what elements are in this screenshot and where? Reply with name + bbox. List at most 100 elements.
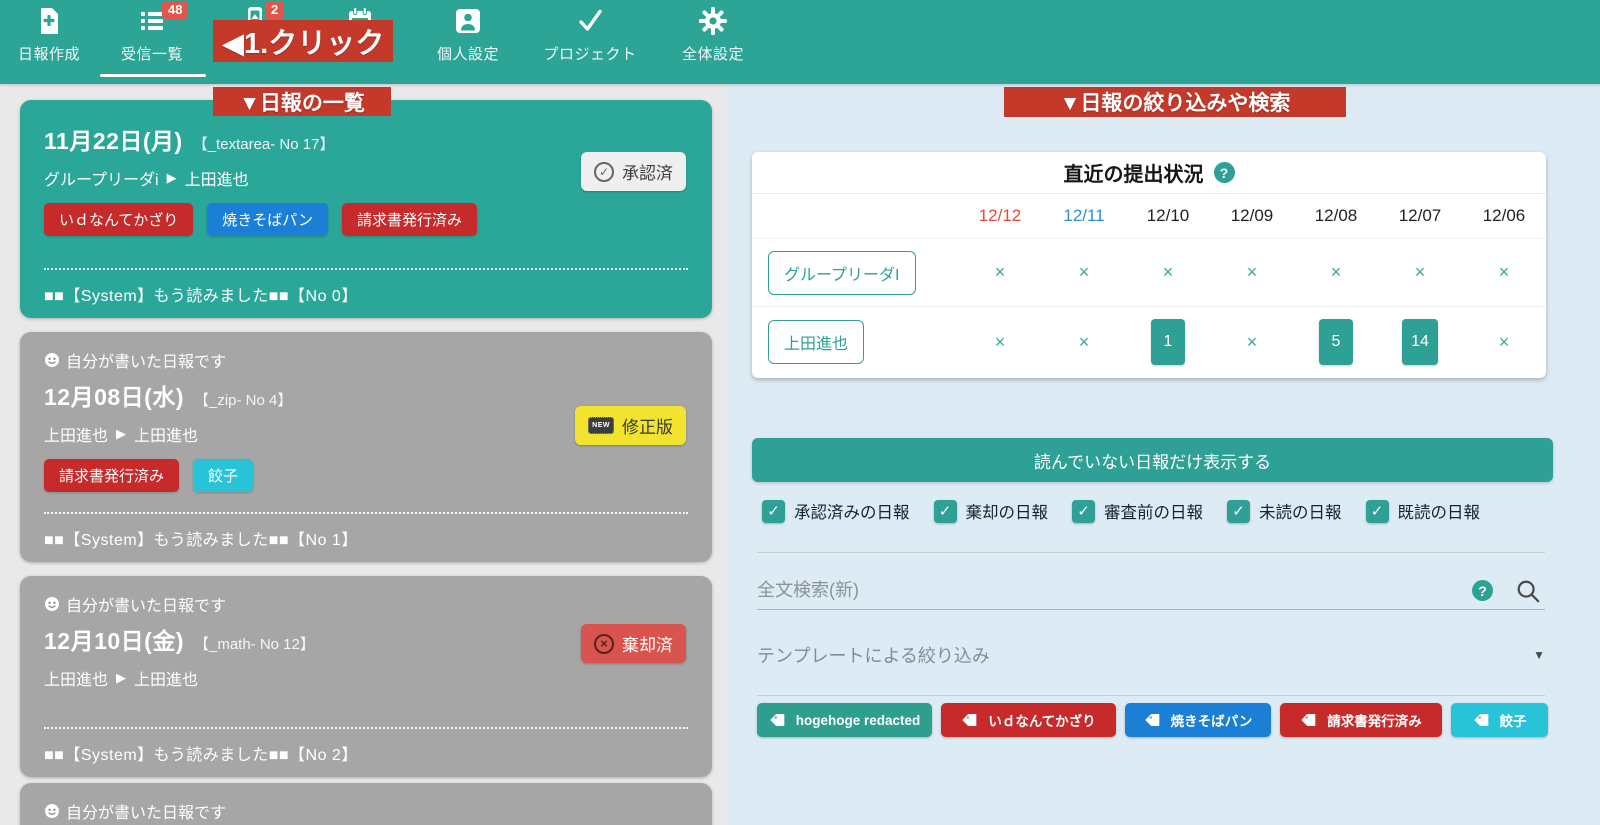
report-tags: いｄなんてかざり 焼きそばパン 請求書発行済み [44,203,688,236]
filter-label: 棄却の日報 [965,504,1049,522]
tag-filter-button[interactable]: いｄなんてかざり [941,703,1116,737]
tag-filter-button[interactable]: hogehoge redacted [757,703,932,737]
tag-filter-label: 焼きそばパン [1170,714,1253,729]
filter-label: 審査前の日報 [1104,504,1203,522]
submission-count-cell: 5 [1294,319,1378,365]
report-tag[interactable]: いｄなんてかざり [44,203,194,236]
submission-count-button[interactable]: 14 [1402,319,1438,365]
tag-filter-label: 請求書発行済み [1327,714,1422,729]
submission-count-button[interactable]: 1 [1151,319,1185,365]
gear-icon [699,7,727,35]
no-submission-mark: × [1498,262,1510,282]
member-button[interactable]: グループリーダI [768,250,916,295]
report-footer: ■■【System】もう読みました■■【No 2】 [44,727,688,765]
submission-count-cell: 1 [1126,319,1210,365]
report-footer: ■■【System】もう読みました■■【No 1】 [44,512,688,550]
filter-label: 既読の日報 [1397,504,1481,522]
tag-icon [1473,714,1488,726]
report-list-panel: 11月22日(月) 【_textarea- No 17】 グループリーダi ▶ … [0,84,728,825]
search-icon[interactable] [1515,578,1541,604]
status-badge-revised: NEW 修正版 [575,406,686,445]
report-names: 上田進也 ▶ 上田進也 [44,666,688,690]
tag-filter-label: 餃子 [1499,714,1527,729]
checkbox-approved[interactable]: ✓ [762,499,785,523]
tag-filter-row: hogehoge redacted いｄなんてかざり 焼きそばパン 請求書発行済… [757,703,1548,737]
chevron-down-icon: ▼ [1533,648,1545,662]
filter-unread: ✓ 未読の日報 [1227,499,1342,523]
filter-search-panel: 直近の提出状況 ? 12/12 12/11 12/10 12/09 12/08 … [728,84,1600,825]
report-recipient: 上田進也 [134,428,199,445]
search-icons: ? [1472,578,1545,604]
no-submission-mark: × [1498,331,1510,352]
own-note-text: 自分が書いた日報です [66,805,227,822]
checkbox-read[interactable]: ✓ [1365,499,1389,523]
report-card-0[interactable]: 11月22日(月) 【_textarea- No 17】 グループリーダi ▶ … [20,100,712,318]
date-column: 12/11 [1063,206,1105,225]
status-label: 承認済 [622,164,673,183]
nav-label: 個人設定 [436,46,499,63]
nav-item-projects[interactable]: プロジェクト [532,6,648,64]
divider [757,695,1545,696]
template-filter-dropdown[interactable]: テンプレートによる絞り込み ▼ [757,634,1545,676]
checkbox-unread[interactable]: ✓ [1227,499,1250,523]
report-tag[interactable]: 請求書発行済み [342,203,478,236]
search-help-icon[interactable]: ? [1472,580,1493,601]
report-tag[interactable]: 焼きそばパン [207,203,329,236]
report-tag[interactable]: 請求書発行済み [44,459,180,492]
report-date: 12月08日(水) [44,384,184,410]
submission-title-row: 直近の提出状況 ? [752,152,1546,194]
report-author: 上田進也 [44,428,109,445]
tag-filter-button[interactable]: 請求書発行済み [1280,703,1442,737]
nav-item-personal-settings[interactable]: 個人設定 [410,6,526,64]
nav-item-global-settings[interactable]: 全体設定 [655,6,771,64]
smiley-face-icon [45,597,59,611]
inbox-count-badge: 48 [162,1,189,19]
tag-filter-button[interactable]: 焼きそばパン [1125,703,1271,737]
tag-icon [1301,714,1316,726]
own-note-text: 自分が書いた日報です [66,598,227,615]
fulltext-search-row: ? [757,572,1545,610]
member-button[interactable]: 上田進也 [768,320,865,364]
report-author: グループリーダi [44,172,159,189]
no-submission-mark: × [1414,262,1426,282]
filter-approved: ✓ 承認済みの日報 [762,499,910,523]
annotation-filter-search: ▼日報の絞り込みや検索 [1004,87,1346,117]
checkbox-rejected[interactable]: ✓ [933,499,957,523]
tag-icon [1144,714,1159,726]
person-icon [456,9,480,33]
submission-date-header: 12/12 12/11 12/10 12/09 12/08 12/07 12/0… [752,194,1546,238]
check-circle-icon: ✓ [594,161,614,182]
arrow-right-icon: ▶ [116,670,127,685]
no-submission-mark: × [1246,262,1258,282]
own-report-note: 自分が書いた日報です [44,799,688,823]
own-report-note: 自分が書いた日報です [44,348,688,372]
no-submission-mark: × [1330,262,1342,282]
report-tags: 請求書発行済み 餃子 [44,459,688,492]
report-card-1[interactable]: 自分が書いた日報です 12月08日(水) 【_zip- No 4】 上田進也 ▶… [20,332,712,562]
report-ref: 【_textarea- No 17】 [192,136,335,153]
report-footer: ■■【System】もう読みました■■【No 0】 [44,268,688,306]
report-tag[interactable]: 餃子 [193,459,254,492]
checkbox-pending[interactable]: ✓ [1072,499,1095,523]
active-tab-underline [100,74,206,77]
report-title-row: 11月22日(月) 【_textarea- No 17】 [44,122,688,156]
template-filter-label: テンプレートによる絞り込み [757,646,990,666]
submission-count-button[interactable]: 5 [1319,319,1353,365]
divider [757,552,1545,553]
report-card-3[interactable]: 自分が書いた日報です [20,783,712,825]
submission-status-card: 直近の提出状況 ? 12/12 12/11 12/10 12/09 12/08 … [752,152,1546,378]
own-report-note: 自分が書いた日報です [44,592,688,616]
report-card-2[interactable]: 自分が書いた日報です 12月10日(金) 【_math- No 12】 上田進也… [20,576,712,777]
show-unread-only-button[interactable]: 読んでいない日報だけ表示する [752,438,1553,482]
report-recipient: 上田進也 [184,172,249,189]
nav-item-create-report[interactable]: 日報作成 [0,6,107,64]
status-filter-row: ✓ 承認済みの日報 ✓ 棄却の日報 ✓ 審査前の日報 ✓ 未読の日報 ✓ 既読の… [762,498,1480,524]
tag-filter-button[interactable]: 餃子 [1451,703,1548,737]
nav-item-inbox[interactable]: 受信一覧 48 [94,1,210,64]
submission-row-ueda: 上田進也 × × 1 × 5 14 × [752,306,1546,377]
status-badge-rejected: × 棄却済 [581,624,686,663]
no-submission-mark: × [1246,331,1258,352]
tag-icon [962,714,977,726]
fulltext-search-input[interactable] [757,580,1472,601]
help-icon[interactable]: ? [1213,162,1235,183]
